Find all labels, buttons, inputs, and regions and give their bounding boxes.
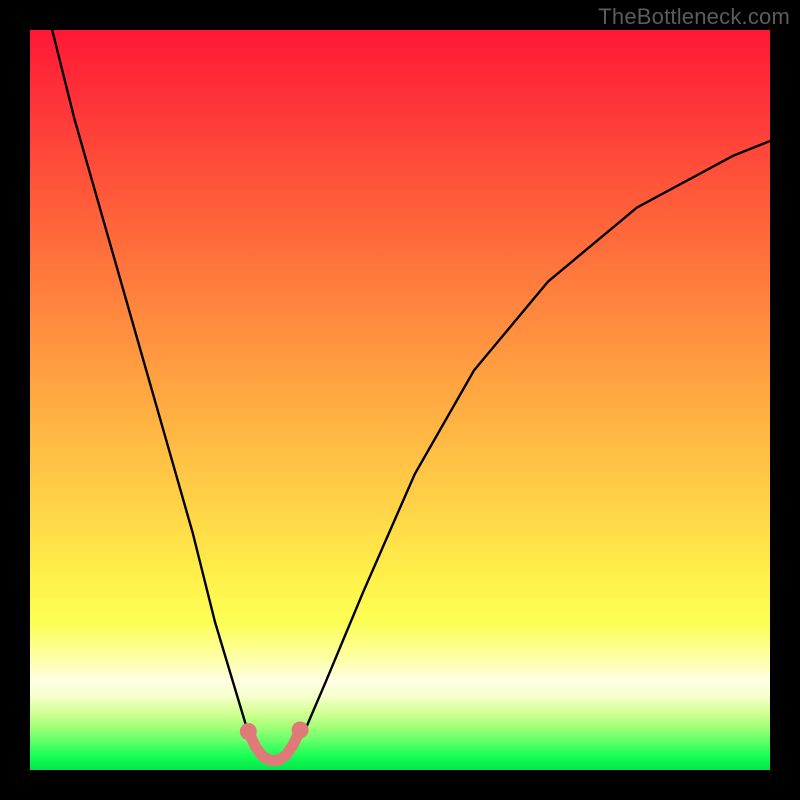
bottom-cluster-dots: [240, 722, 309, 740]
bottleneck-curve: [52, 30, 770, 763]
chart-frame: TheBottleneck.com: [0, 0, 800, 800]
watermark: TheBottleneck.com: [598, 4, 790, 30]
cluster-end-dot: [240, 723, 257, 740]
cluster-end-dot: [292, 722, 309, 739]
chart-svg: [30, 30, 770, 770]
